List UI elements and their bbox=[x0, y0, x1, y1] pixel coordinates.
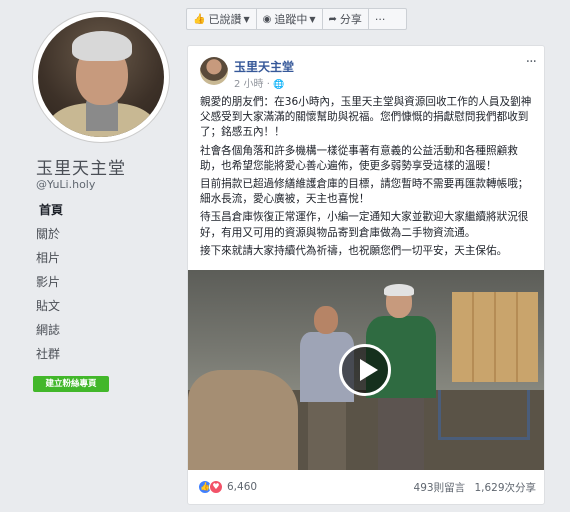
share-label: 分享 bbox=[339, 13, 362, 26]
shares-count[interactable]: 1,629次分享 bbox=[474, 482, 536, 494]
nav-item-photos[interactable]: 相片 bbox=[30, 246, 170, 270]
following-button[interactable]: ◉ 追蹤中 ▼ bbox=[257, 9, 323, 29]
reaction-icons[interactable]: 👍 ♥ bbox=[198, 480, 223, 494]
nav-item-about[interactable]: 關於 bbox=[30, 222, 170, 246]
nav-item-home[interactable]: 首頁 bbox=[30, 198, 170, 222]
debris-pile bbox=[188, 370, 298, 470]
hand-cart bbox=[438, 390, 530, 440]
page-nav: 首頁 關於 相片 影片 貼文 網誌 社群 bbox=[30, 198, 170, 366]
chevron-down-icon: ▼ bbox=[243, 14, 250, 24]
rss-icon: ◉ bbox=[262, 13, 272, 25]
page-name[interactable]: 玉里天主堂 bbox=[36, 154, 126, 179]
post-card: 玉里天主堂 2 小時 · 🌐 ··· 親愛的朋友們：在36小時內，玉里天主堂與資… bbox=[187, 45, 545, 505]
liked-button[interactable]: 👍 已說讚 ▼ bbox=[187, 9, 257, 29]
nav-item-notes[interactable]: 網誌 bbox=[30, 318, 170, 342]
more-label: ··· bbox=[374, 12, 386, 26]
post-paragraph: 社會各個角落和許多機構一樣從事著有意義的公益活動和各種照顧救助，也希望您能將愛心… bbox=[200, 144, 518, 172]
following-label: 追蹤中 bbox=[274, 13, 308, 26]
profile-photo bbox=[38, 17, 164, 137]
cardboard-boxes bbox=[452, 292, 538, 382]
post-author-avatar[interactable] bbox=[200, 57, 228, 85]
share-arrow-icon: ➦ bbox=[328, 13, 337, 25]
post-text: 親愛的朋友們：在36小時內，玉里天主堂與資源回收工作的人員及劉神父感受到大家滿滿… bbox=[200, 95, 538, 262]
post-time-text: 2 小時 bbox=[234, 79, 264, 90]
profile-picture[interactable] bbox=[33, 12, 169, 142]
nav-item-videos[interactable]: 影片 bbox=[30, 270, 170, 294]
liked-label: 已說讚 bbox=[208, 13, 242, 26]
share-button[interactable]: ➦ 分享 bbox=[323, 9, 369, 29]
love-reaction-icon: ♥ bbox=[209, 480, 223, 494]
post-author-name[interactable]: 玉里天主堂 bbox=[234, 58, 294, 75]
post-timestamp[interactable]: 2 小時 · 🌐 bbox=[234, 75, 284, 90]
post-stats: 👍 ♥ 6,460 493則留言 1,629次分享 bbox=[198, 478, 536, 496]
post-paragraph: 待玉昌倉庫恢復正常運作，小編一定通知大家並歡迎大家繼續將狀況很好，有用又可用的資… bbox=[200, 211, 529, 239]
post-options-button[interactable]: ··· bbox=[526, 54, 537, 70]
post-video[interactable] bbox=[188, 270, 544, 470]
more-options-button[interactable]: ··· bbox=[369, 9, 392, 29]
chevron-down-icon: ▼ bbox=[309, 14, 316, 24]
post-paragraph: 接下來就請大家持續代為祈禱，也祝願您們一切平安，天主保佑。 bbox=[200, 244, 508, 257]
create-page-button[interactable]: 建立粉絲專頁 bbox=[33, 376, 109, 392]
globe-icon: 🌐 bbox=[273, 80, 285, 90]
page-handle[interactable]: @YuLi.holy bbox=[36, 178, 95, 191]
post-paragraph: 親愛的朋友們：在36小時內，玉里天主堂與資源回收工作的人員及劉神父感受到大家滿滿… bbox=[200, 96, 532, 139]
comments-count[interactable]: 493則留言 bbox=[414, 482, 466, 494]
post-paragraph: 目前捐款已超過修繕維護倉庫的目標，請您暫時不需要再匯款轉帳哦；細水長流，愛心廣被… bbox=[200, 178, 529, 206]
nav-item-posts[interactable]: 貼文 bbox=[30, 294, 170, 318]
reactions-count[interactable]: 6,460 bbox=[227, 481, 257, 493]
play-icon[interactable] bbox=[339, 344, 391, 396]
page-action-bar: 👍 已說讚 ▼ ◉ 追蹤中 ▼ ➦ 分享 ··· bbox=[186, 8, 407, 30]
left-column: 玉里天主堂 @YuLi.holy 首頁 關於 相片 影片 貼文 網誌 社群 建立… bbox=[0, 0, 175, 512]
nav-item-community[interactable]: 社群 bbox=[30, 342, 170, 366]
thumbs-up-icon: 👍 bbox=[193, 13, 206, 25]
